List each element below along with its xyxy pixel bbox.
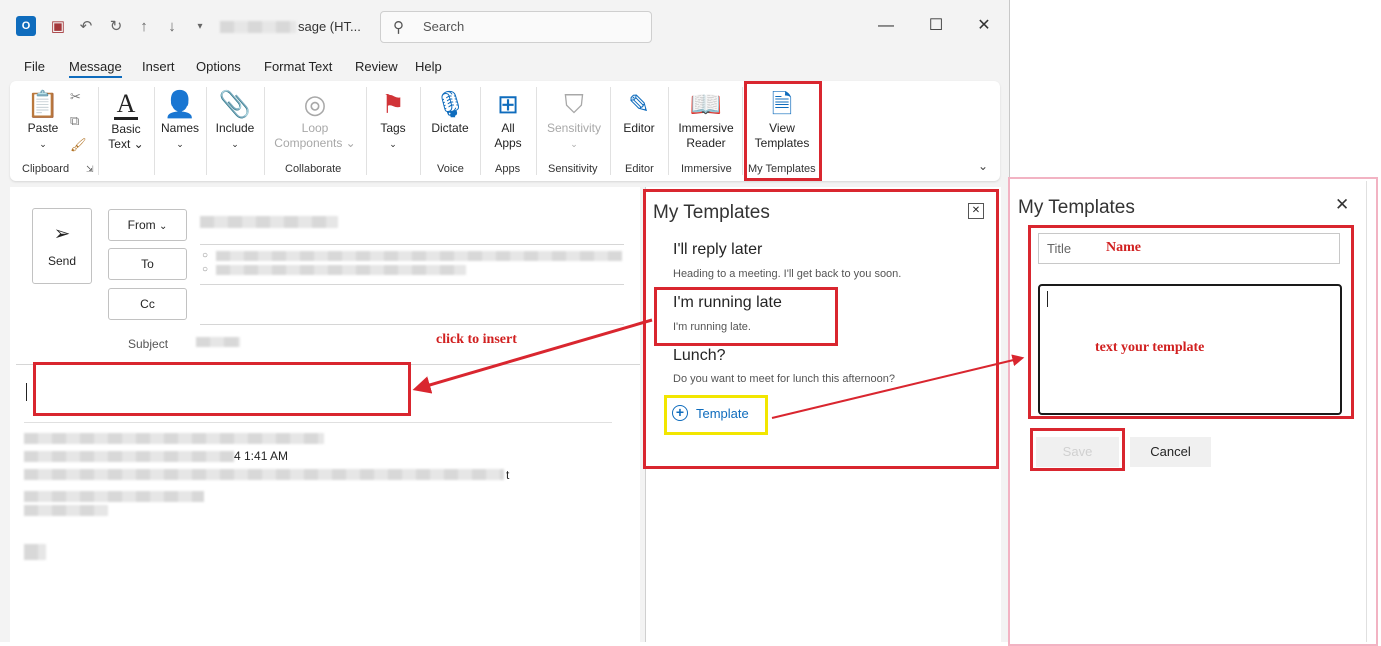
annotation-arrows <box>412 318 1025 419</box>
arrow-insert <box>412 318 653 394</box>
arrow-new-template <box>771 354 1025 419</box>
